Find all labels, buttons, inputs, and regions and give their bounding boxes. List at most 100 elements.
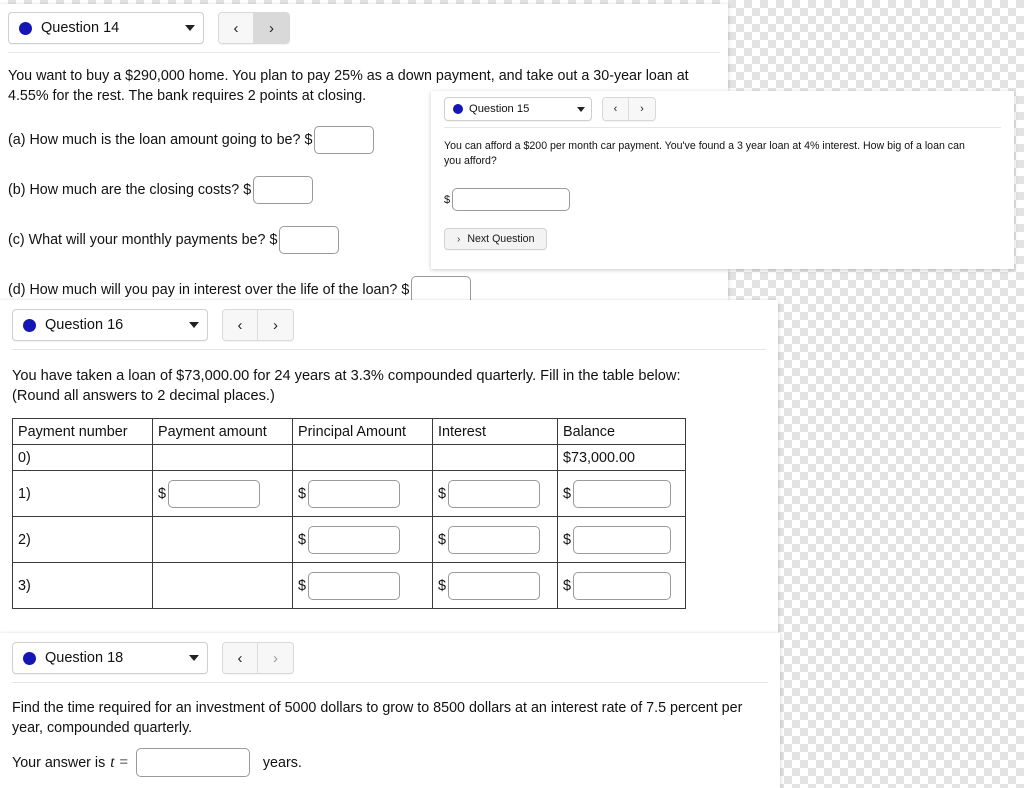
question-14-part-d-input[interactable] [411, 276, 472, 301]
row-2-principal-amount-cell: $ [293, 517, 433, 564]
row-3-balance-currency: $ [563, 577, 572, 594]
question-15-answer-input[interactable] [452, 188, 571, 212]
question-14-next-button[interactable]: › [254, 13, 289, 43]
question-15-header: Question 15 ‹ › [444, 91, 1001, 127]
question-14-part-a-currency: $ [304, 132, 313, 149]
row-1-balance-cell: $ [558, 471, 686, 518]
chevron-down-icon [577, 106, 585, 112]
question-18-answer-prefix: Your answer is [12, 754, 106, 771]
question-15-next-question-row: › Next Question [444, 228, 1001, 251]
row-2-principal-input[interactable] [308, 525, 401, 554]
question-14-part-a-label: (a) How much is the loan amount going to… [8, 132, 301, 149]
question-16-prev-button[interactable]: ‹ [223, 310, 258, 340]
question-14-nav-group: ‹ › [218, 12, 290, 44]
column-header-interest: Interest [433, 419, 558, 446]
row-3-principal-currency: $ [298, 577, 307, 594]
question-15-selector[interactable]: Question 15 [444, 97, 592, 121]
question-18-answer-variable: t = [110, 753, 129, 771]
question-14-header: Question 14 ‹ › [8, 4, 720, 52]
row-0-payment-number: 0) [13, 445, 153, 472]
row-3-balance-input[interactable] [573, 571, 672, 600]
row-1-interest-input[interactable] [448, 479, 541, 508]
question-15-prompt: You can afford a $200 per month car paym… [444, 140, 965, 168]
question-15-panel: Question 15 ‹ › You can afford a $200 pe… [431, 91, 1014, 269]
question-14-selector-label: Question 14 [41, 20, 120, 36]
question-16-body: You have taken a loan of $73,000.00 for … [12, 366, 766, 610]
question-14-selector[interactable]: Question 14 [8, 12, 204, 44]
row-2-interest-input[interactable] [448, 525, 541, 554]
question-18-selector[interactable]: Question 18 [12, 642, 208, 674]
question-18-answer-input[interactable] [135, 748, 250, 778]
question-18-answer-suffix: years. [262, 754, 302, 771]
question-status-dot-icon [19, 21, 32, 35]
column-header-principal-amount: Principal Amount [293, 419, 433, 446]
question-18-next-button[interactable]: › [258, 643, 293, 673]
chevron-down-icon [189, 322, 199, 328]
row-3-payment-number: 3) [13, 563, 153, 610]
question-18-body: Find the time required for an investment… [12, 699, 768, 778]
question-18-prev-button[interactable]: ‹ [223, 643, 258, 673]
question-14-part-d-label: (d) How much will you pay in interest ov… [8, 282, 398, 299]
question-16-nav-group: ‹ › [222, 309, 294, 341]
row-2-balance-input[interactable] [573, 525, 672, 554]
row-3-payment-amount-cell [153, 563, 293, 610]
question-14-part-d-currency: $ [401, 282, 410, 299]
question-15-prev-button[interactable]: ‹ [603, 98, 629, 120]
question-15-selector-label: Question 15 [469, 103, 530, 115]
row-0-payment-amount [153, 445, 293, 472]
question-16-selector[interactable]: Question 16 [12, 309, 208, 341]
question-18-answer-row: Your answer is t = years. [12, 748, 768, 778]
question-18-selector-label: Question 18 [45, 650, 124, 666]
row-1-payment-amount-input[interactable] [168, 479, 261, 508]
row-2-balance-currency: $ [563, 531, 572, 548]
chevron-right-icon: › [457, 233, 461, 245]
question-18-divider [12, 682, 768, 683]
row-3-interest-cell: $ [433, 563, 558, 610]
row-0-interest [433, 445, 558, 472]
question-16-next-button[interactable]: › [258, 310, 293, 340]
row-0-balance: $73,000.00 [558, 445, 686, 472]
amortization-table-header-row: Payment number Payment amount Principal … [13, 419, 686, 446]
question-18-header: Question 18 ‹ › [12, 633, 768, 682]
row-2-payment-number: 2) [13, 517, 153, 564]
amortization-table: Payment number Payment amount Principal … [12, 418, 686, 610]
row-3-interest-input[interactable] [448, 571, 541, 600]
question-14-part-b-label: (b) How much are the closing costs? [8, 182, 240, 199]
question-14-part-d: (d) How much will you pay in interest ov… [8, 276, 720, 301]
question-status-dot-icon [23, 651, 36, 665]
question-15-next-question-button[interactable]: › Next Question [444, 228, 548, 251]
row-1-principal-input[interactable] [308, 479, 401, 508]
chevron-down-icon [189, 655, 199, 661]
row-1-principal-amount-cell: $ [293, 471, 433, 518]
question-14-prev-button[interactable]: ‹ [219, 13, 254, 43]
question-15-next-question-label: Next Question [467, 233, 535, 246]
question-18-panel: Question 18 ‹ › Find the time required f… [0, 633, 780, 788]
question-14-part-c-input[interactable] [279, 226, 340, 255]
row-3-principal-input[interactable] [308, 571, 401, 600]
table-row: 0) $73,000.00 [13, 445, 686, 472]
table-row: 2) $ $ $ [13, 517, 686, 564]
row-1-balance-input[interactable] [573, 479, 672, 508]
question-16-panel: Question 16 ‹ › You have taken a loan of… [0, 300, 778, 634]
row-1-payment-amount-cell: $ [153, 471, 293, 518]
row-2-interest-cell: $ [433, 517, 558, 564]
question-14-part-a-input[interactable] [314, 126, 375, 155]
row-1-balance-currency: $ [563, 485, 572, 502]
question-16-prompt-line-1: You have taken a loan of $73,000.00 for … [12, 368, 681, 384]
chevron-down-icon [185, 25, 195, 31]
question-16-header: Question 16 ‹ › [12, 300, 766, 349]
question-15-currency: $ [444, 193, 451, 206]
question-14-divider [8, 52, 720, 53]
question-14-part-b-input[interactable] [253, 176, 314, 205]
row-1-interest-currency: $ [438, 485, 447, 502]
question-15-nav-group: ‹ › [602, 97, 656, 121]
column-header-payment-number: Payment number [13, 419, 153, 446]
question-14-part-c-label: (c) What will your monthly payments be? [8, 232, 266, 249]
question-15-next-button[interactable]: › [629, 98, 655, 120]
row-1-principal-currency: $ [298, 485, 307, 502]
row-1-payment-amount-currency: $ [158, 485, 167, 502]
question-15-answer-row: $ [444, 188, 1001, 212]
row-2-interest-currency: $ [438, 531, 447, 548]
column-header-balance: Balance [558, 419, 686, 446]
row-3-interest-currency: $ [438, 577, 447, 594]
